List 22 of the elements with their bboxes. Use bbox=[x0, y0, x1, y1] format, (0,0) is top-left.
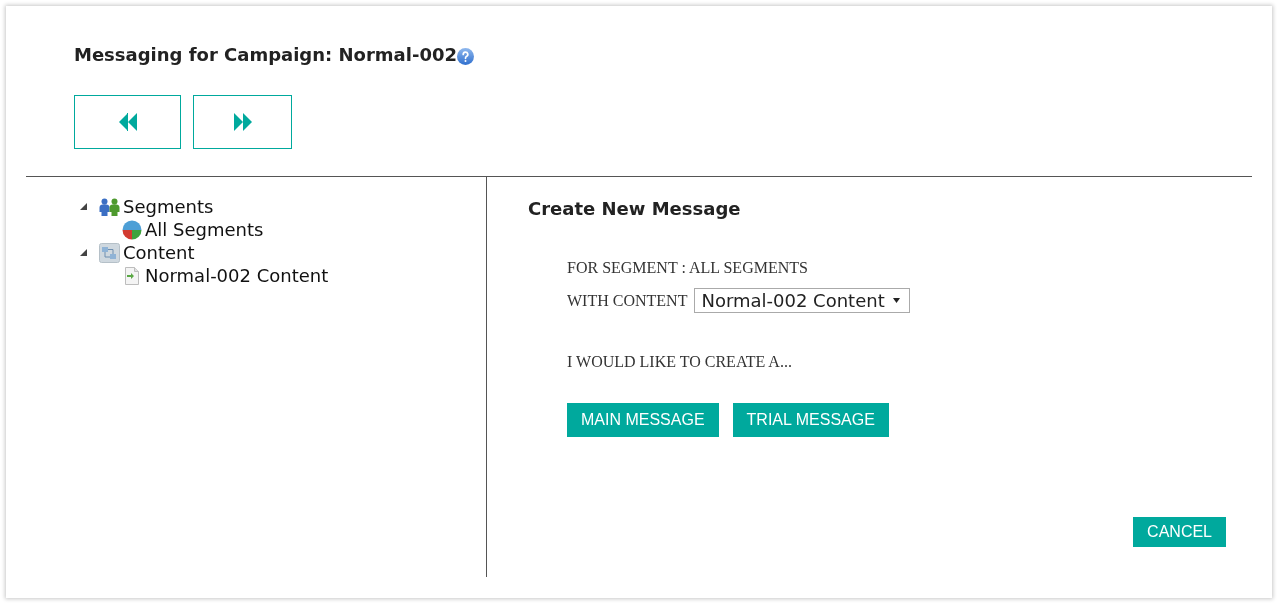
expander-icon[interactable] bbox=[80, 203, 87, 210]
caret-icon bbox=[892, 298, 900, 303]
tree-item[interactable]: Content bbox=[123, 241, 195, 264]
prompt-text: I WOULD LIKE TO CREATE A... bbox=[567, 352, 793, 372]
people-icon bbox=[99, 197, 120, 216]
expander-icon[interactable] bbox=[80, 249, 87, 256]
panel-title: Create New Message bbox=[528, 197, 742, 221]
tree-item[interactable]: Normal-002 Content bbox=[145, 264, 329, 287]
tree-item[interactable]: All Segments bbox=[145, 218, 264, 241]
pie-chart-icon bbox=[122, 219, 142, 240]
content-label: WITH CONTENT bbox=[567, 290, 688, 311]
next-button[interactable] bbox=[193, 95, 292, 149]
document-icon bbox=[122, 265, 142, 286]
tree-item[interactable]: Segments bbox=[123, 195, 214, 218]
rewind-icon bbox=[117, 113, 138, 131]
page-title: Messaging for Campaign: Normal-002 bbox=[74, 43, 457, 67]
content-select[interactable]: Normal-002 Content bbox=[694, 288, 910, 313]
help-icon[interactable] bbox=[456, 48, 474, 65]
segment-label: FOR SEGMENT : ALL SEGMENTS bbox=[567, 258, 809, 278]
fast-forward-icon bbox=[232, 113, 253, 131]
previous-button[interactable] bbox=[74, 95, 181, 149]
documents-icon bbox=[99, 242, 120, 263]
